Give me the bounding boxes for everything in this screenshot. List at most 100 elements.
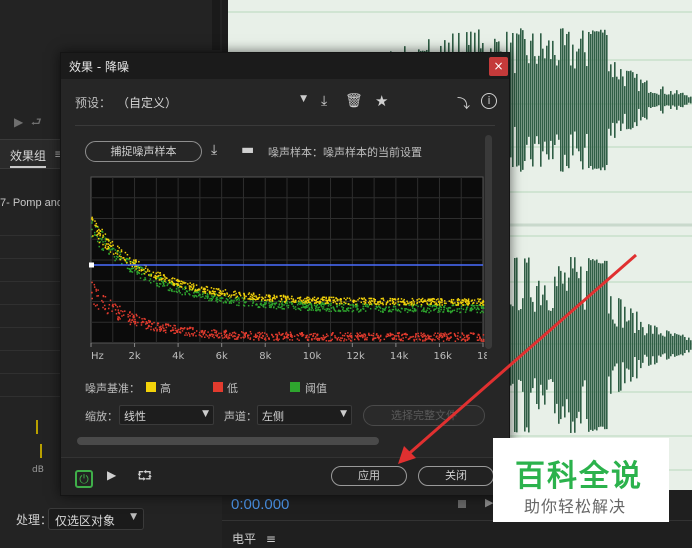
- threshold-point: [342, 307, 345, 309]
- stop-icon[interactable]: [458, 500, 466, 508]
- threshold-point: [177, 286, 180, 289]
- low-noise-point: [226, 336, 228, 339]
- low-noise-point: [479, 337, 481, 339]
- low-noise-point: [244, 332, 246, 335]
- threshold-point: [162, 285, 164, 287]
- channel-label: 声道：: [224, 410, 257, 423]
- waveform-sample: [534, 56, 536, 144]
- high-noise-point: [192, 287, 194, 290]
- low-noise-point: [153, 321, 155, 324]
- panel-transport-controls[interactable]: ▶ ⮐: [14, 113, 42, 134]
- preset-select[interactable]: （自定义） ▼: [113, 91, 311, 113]
- waveform-sample: [574, 68, 576, 132]
- x-tick-label: 4k: [172, 351, 184, 362]
- rack-item-label[interactable]: 7- Pomp and: [0, 197, 63, 209]
- low-noise-point: [174, 324, 176, 327]
- apply-button[interactable]: 应用: [331, 466, 407, 486]
- high-noise-point: [116, 245, 119, 248]
- low-noise-point: [154, 327, 157, 329]
- low-noise-point: [115, 312, 118, 315]
- high-noise-point: [257, 297, 259, 299]
- loop-icon[interactable]: ⮔: [137, 467, 152, 489]
- high-noise-point: [218, 291, 221, 294]
- close-button[interactable]: 关闭: [418, 466, 494, 486]
- high-noise-point: [111, 240, 114, 243]
- close-icon[interactable]: ×: [489, 57, 508, 76]
- threshold-point: [342, 304, 345, 306]
- capture-noise-print-button[interactable]: 捕捉噪声样本: [85, 141, 202, 162]
- chevron-down-icon: ▼: [340, 409, 347, 419]
- low-noise-point: [316, 333, 318, 336]
- open-folder-icon[interactable]: ▬: [241, 142, 254, 158]
- panel-scrollbar[interactable]: [212, 0, 220, 50]
- low-noise-point: [345, 339, 348, 341]
- waveform-sample: [568, 277, 570, 413]
- low-noise-point: [411, 336, 413, 338]
- favorite-star-icon[interactable]: ★: [375, 92, 388, 110]
- panel-menu-icon[interactable]: ≡: [266, 532, 276, 546]
- tab-effects-rack[interactable]: 效果组: [10, 147, 47, 168]
- threshold-point: [428, 311, 430, 314]
- info-icon[interactable]: i: [481, 93, 497, 109]
- channel-select[interactable]: 左侧 ▼: [257, 405, 352, 425]
- threshold-point: [238, 299, 240, 301]
- threshold-point: [116, 255, 118, 258]
- low-noise-point: [263, 332, 266, 334]
- save-preset-icon[interactable]: ⤓: [321, 93, 327, 109]
- vertical-scrollbar[interactable]: [485, 135, 492, 349]
- high-noise-point: [248, 292, 251, 294]
- high-noise-point: [221, 293, 223, 295]
- low-noise-point: [112, 305, 115, 308]
- low-noise-point: [262, 335, 264, 337]
- waveform-sample: [564, 45, 566, 155]
- threshold-point: [469, 307, 472, 310]
- threshold-point: [394, 308, 397, 310]
- waveform-sample: [596, 259, 598, 431]
- save-noise-print-icon[interactable]: ⤓: [211, 142, 217, 158]
- low-noise-point: [402, 337, 404, 339]
- high-noise-point: [313, 302, 316, 304]
- low-noise-point: [265, 333, 268, 336]
- low-noise-point: [93, 283, 96, 286]
- low-noise-point: [359, 335, 362, 337]
- noise-floor-graph[interactable]: Hz 2k 4k 6k 8k 10k 12k 14k 16k 18: [87, 175, 487, 375]
- low-noise-point: [150, 325, 152, 328]
- high-noise-point: [403, 303, 405, 306]
- waveform-sample: [552, 40, 554, 160]
- delete-preset-icon[interactable]: 🗑: [345, 93, 363, 109]
- high-noise-point: [306, 302, 308, 304]
- high-noise-point: [439, 301, 442, 303]
- high-noise-point: [195, 284, 198, 286]
- low-noise-point: [156, 328, 158, 331]
- waveform-sample: [620, 69, 622, 131]
- threshold-point: [475, 308, 478, 311]
- low-noise-point: [364, 338, 366, 340]
- horizontal-scrollbar[interactable]: [77, 437, 379, 445]
- high-noise-point: [153, 276, 155, 278]
- level-panel-title[interactable]: 电平 ≡: [232, 530, 276, 547]
- low-noise-point: [480, 339, 482, 342]
- scale-select[interactable]: 线性 ▼: [119, 405, 214, 425]
- waveform-sample: [540, 33, 542, 167]
- low-noise-point: [266, 335, 269, 337]
- low-noise-point: [289, 338, 291, 341]
- high-noise-point: [116, 253, 119, 255]
- process-select[interactable]: 仅选区对象 ▼: [48, 508, 144, 530]
- select-full-file-button[interactable]: 选择完整文件: [363, 405, 485, 426]
- power-toggle-icon[interactable]: ⏻: [75, 470, 93, 488]
- threshold-point: [447, 309, 450, 311]
- route-channels-icon[interactable]: ⤵: [457, 93, 470, 112]
- threshold-point: [351, 310, 354, 313]
- preview-play-icon[interactable]: ▶: [107, 468, 116, 482]
- noise-floor-graph-svg[interactable]: Hz 2k 4k 6k 8k 10k 12k 14k 16k 18: [87, 175, 487, 375]
- threshold-point: [286, 304, 288, 307]
- low-noise-point: [327, 340, 330, 342]
- low-noise-point: [104, 295, 107, 298]
- low-noise-point: [165, 326, 168, 329]
- dialog-titlebar[interactable]: 效果 - 降噪 ×: [61, 53, 509, 79]
- high-noise-point: [232, 291, 235, 293]
- threshold-point: [314, 307, 317, 310]
- waveform-sample: [566, 33, 568, 167]
- threshold-point: [471, 304, 473, 306]
- low-noise-point: [446, 338, 448, 341]
